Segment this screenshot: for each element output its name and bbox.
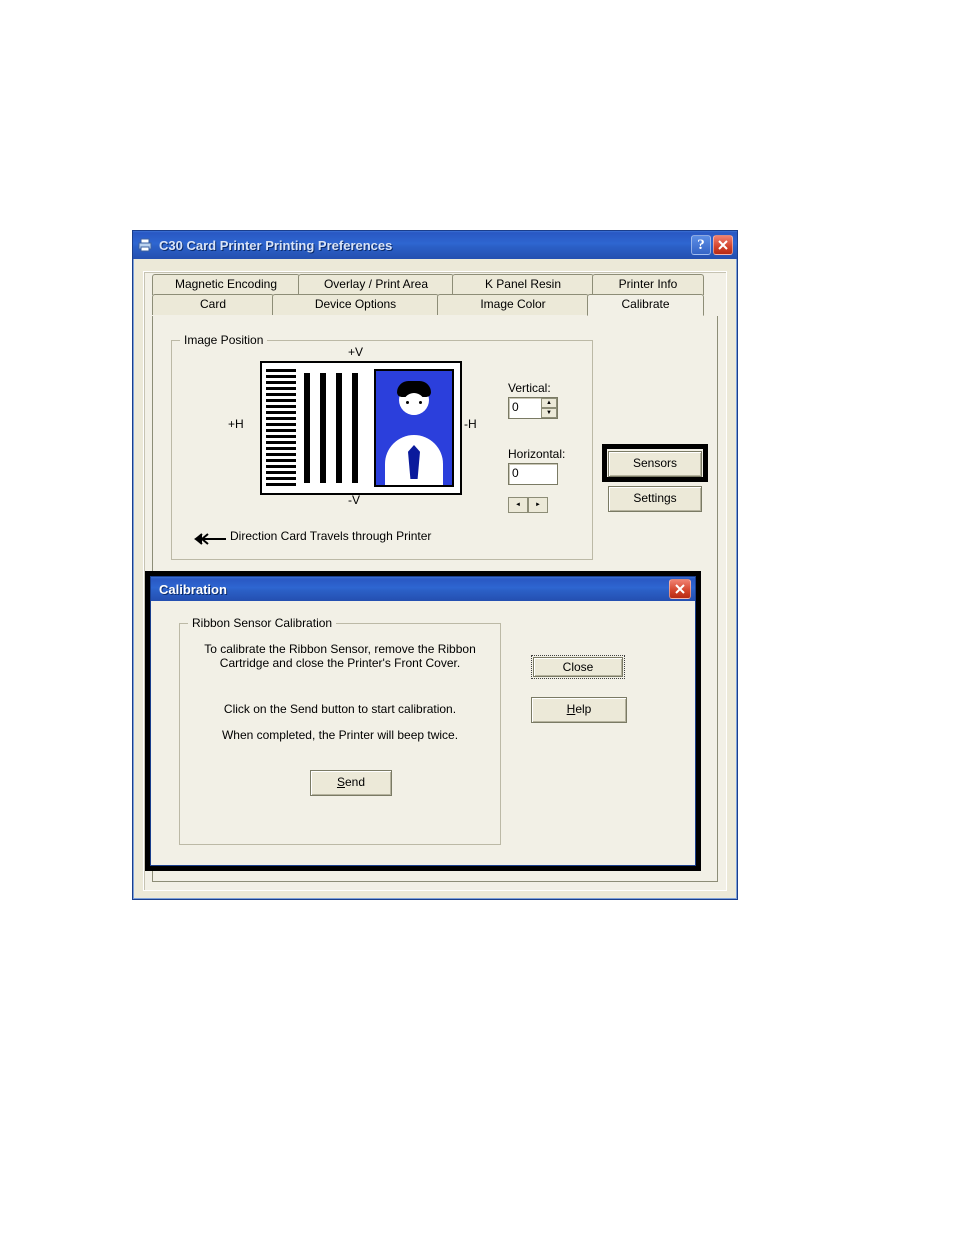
tabstrip: Magnetic Encoding Overlay / Print Area K… — [152, 274, 718, 318]
image-position-legend: Image Position — [180, 333, 267, 347]
axis-h-plus-label: +H — [228, 417, 244, 431]
help-button[interactable]: ? — [691, 235, 711, 255]
vertical-spin-up[interactable]: ▲ — [541, 398, 557, 408]
send-button-label: Send — [337, 775, 365, 789]
tab-image-color[interactable]: Image Color — [437, 294, 589, 315]
axis-h-minus-label: -H — [464, 417, 477, 431]
close-button[interactable] — [713, 235, 733, 255]
ribbon-text-2: Click on the Send button to start calibr… — [180, 702, 500, 716]
horizontal-input[interactable]: 0 — [508, 463, 558, 485]
ribbon-text-3: When completed, the Printer will beep tw… — [180, 728, 500, 742]
preferences-window: C30 Card Printer Printing Preferences ? … — [132, 230, 738, 900]
image-position-group: Image Position +V -V +H -H — [171, 340, 593, 560]
printer-icon — [137, 237, 153, 253]
tab-calibrate[interactable]: Calibrate — [587, 294, 704, 316]
horizontal-value[interactable]: 0 — [509, 464, 557, 484]
calibration-body: Ribbon Sensor Calibration To calibrate t… — [151, 601, 695, 865]
horizontal-scroll-right[interactable]: ► — [528, 497, 548, 513]
vertical-label: Vertical: — [508, 381, 551, 395]
calibration-close-icon[interactable] — [669, 579, 691, 599]
horizontal-scroll[interactable]: ◄ ► — [508, 497, 548, 513]
calibration-titlebar: Calibration — [151, 577, 695, 601]
calibration-dialog-highlight: Calibration Ribbon Sensor Calibration To… — [145, 571, 701, 871]
send-button[interactable]: Send — [310, 770, 392, 796]
vertical-spinner[interactable]: 0 ▲ ▼ — [508, 397, 558, 419]
window-title: C30 Card Printer Printing Preferences — [159, 238, 689, 253]
close-button-label: Close — [563, 660, 594, 674]
help-dialog-button[interactable]: Help — [531, 697, 627, 723]
portrait-graphic — [374, 369, 454, 487]
stripes-graphic — [300, 363, 372, 493]
ribbon-sensor-group: Ribbon Sensor Calibration To calibrate t… — [179, 623, 501, 845]
titlebar: C30 Card Printer Printing Preferences ? — [133, 231, 737, 259]
settings-button[interactable]: Settings — [608, 486, 702, 512]
tab-printer-info[interactable]: Printer Info — [592, 274, 704, 295]
calibration-dialog: Calibration Ribbon Sensor Calibration To… — [150, 576, 696, 866]
axis-v-plus-label: +V — [348, 345, 363, 359]
tab-k-panel-resin[interactable]: K Panel Resin — [452, 274, 594, 295]
tab-device-options[interactable]: Device Options — [272, 294, 439, 315]
barcode-graphic — [266, 369, 296, 487]
ribbon-text-1: To calibrate the Ribbon Sensor, remove t… — [180, 642, 500, 670]
tab-card[interactable]: Card — [152, 294, 274, 315]
tab-overlay-print-area[interactable]: Overlay / Print Area — [298, 274, 454, 295]
vertical-value[interactable]: 0 — [509, 398, 541, 418]
direction-arrow-icon — [194, 533, 226, 543]
tab-magnetic-encoding[interactable]: Magnetic Encoding — [152, 274, 300, 295]
axis-v-minus-label: -V — [348, 493, 360, 507]
vertical-spin-buttons[interactable]: ▲ ▼ — [541, 398, 557, 418]
vertical-spin-down[interactable]: ▼ — [541, 408, 557, 418]
horizontal-scroll-left[interactable]: ◄ — [508, 497, 528, 513]
calibration-title: Calibration — [155, 582, 669, 597]
sensors-button[interactable]: Sensors — [608, 451, 702, 477]
close-dialog-button[interactable]: Close — [531, 655, 625, 679]
horizontal-label: Horizontal: — [508, 447, 565, 461]
card-preview-image — [260, 361, 462, 495]
direction-note: Direction Card Travels through Printer — [230, 529, 431, 543]
help-button-label: Help — [567, 702, 592, 716]
ribbon-group-legend: Ribbon Sensor Calibration — [188, 616, 336, 630]
